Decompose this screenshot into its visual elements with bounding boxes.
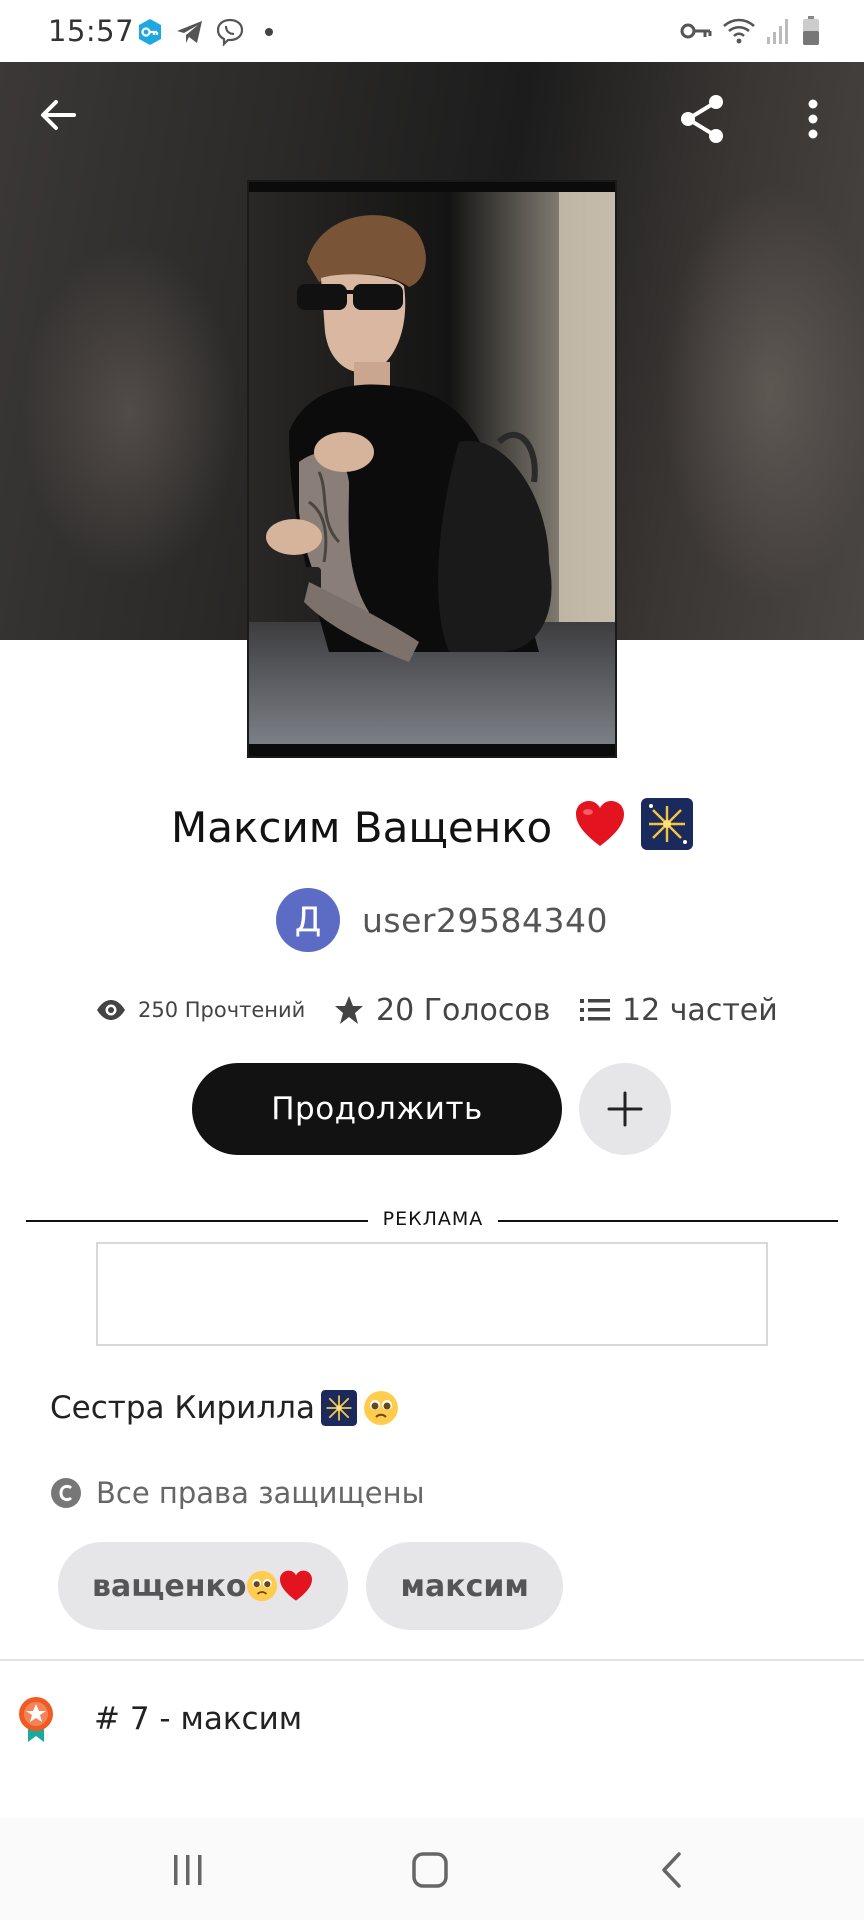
fireworks-emoji [320,1390,357,1426]
status-right-icons [680,14,820,48]
signal-icon [767,19,788,44]
tag-label: ващенко [92,1568,247,1604]
pleading-face-emoji [247,1570,278,1602]
viber-icon [216,18,244,47]
arrow-left-icon [41,100,76,130]
telegram-icon [177,21,202,43]
vpn-key-badge-icon [139,19,161,45]
ad-banner[interactable] [96,1242,768,1346]
ad-divider-left [26,1220,368,1222]
system-navigation-bar [0,1818,864,1920]
status-time: 15:57 [48,14,135,48]
heart-emoji [575,801,624,846]
tag-chip[interactable]: ващенко [58,1542,349,1630]
tags-list: ващенко максим [58,1542,563,1630]
votes-stat: 20 Голосов [334,988,550,1032]
more-options-button[interactable] [795,92,831,146]
status-left-icons [135,16,273,48]
story-title: Максим Ващенко [0,798,864,852]
vpn-key-icon [680,23,712,39]
fireworks-emoji [640,798,693,850]
copyright-icon [51,1478,81,1508]
cover-image [249,182,615,756]
header-blur-glow [20,242,240,582]
add-to-library-button[interactable] [579,1063,671,1155]
ranking-badge-icon [19,1697,53,1742]
ad-label: РЕКЛАМА [382,1208,484,1230]
parts-stat: 12 частей [580,988,778,1032]
story-description: Сестра Кирилла [50,1390,399,1426]
votes-count: 20 Голосов [376,992,551,1028]
back-button[interactable] [34,90,84,140]
recent-apps-icon [174,1855,202,1885]
share-button[interactable] [676,92,730,146]
heart-emoji [280,1570,313,1601]
reads-count: 250 Прочтений [138,998,306,1022]
more-vertical-icon [808,99,818,139]
tag-label: максим [400,1568,529,1604]
back-icon [662,1852,681,1888]
copyright-notice: Все права защищены [50,1476,425,1510]
more-notifications-dot [265,28,273,36]
battery-icon [803,16,819,45]
copyright-text: Все права защищены [96,1476,425,1510]
story-cover[interactable] [247,180,617,758]
ad-divider-right [498,1220,838,1222]
home-button[interactable] [400,1840,460,1900]
author-name: user29584340 [362,900,608,940]
continue-reading-button[interactable]: Продолжить [192,1063,562,1155]
author-link[interactable]: Д user29584340 [276,888,608,952]
story-stats: 250 Прочтений 20 Голосов 12 частей [0,988,864,1032]
recent-apps-button[interactable] [158,1840,218,1900]
reads-stat: 250 Прочтений [96,988,305,1032]
pleading-face-emoji [363,1391,398,1425]
system-back-button[interactable] [642,1840,702,1900]
status-bar: 15:57 [0,0,864,62]
eye-icon [97,1000,125,1020]
author-avatar: Д [276,888,340,952]
ranking-item[interactable]: # 7 - максим [18,1694,302,1744]
tag-chip[interactable]: максим [366,1542,563,1630]
home-icon [412,1852,448,1888]
list-icon [580,999,610,1021]
description-text: Сестра Кирилла [50,1390,315,1426]
ranking-label: # 7 - максим [94,1701,303,1737]
section-divider [0,1659,864,1661]
star-icon [335,996,363,1024]
plus-icon [607,1091,643,1127]
parts-count: 12 частей [622,992,778,1028]
share-icon [681,95,723,143]
wifi-icon [723,18,755,44]
header-blur-glow [660,182,864,602]
story-title-text: Максим Ващенко [171,803,553,852]
